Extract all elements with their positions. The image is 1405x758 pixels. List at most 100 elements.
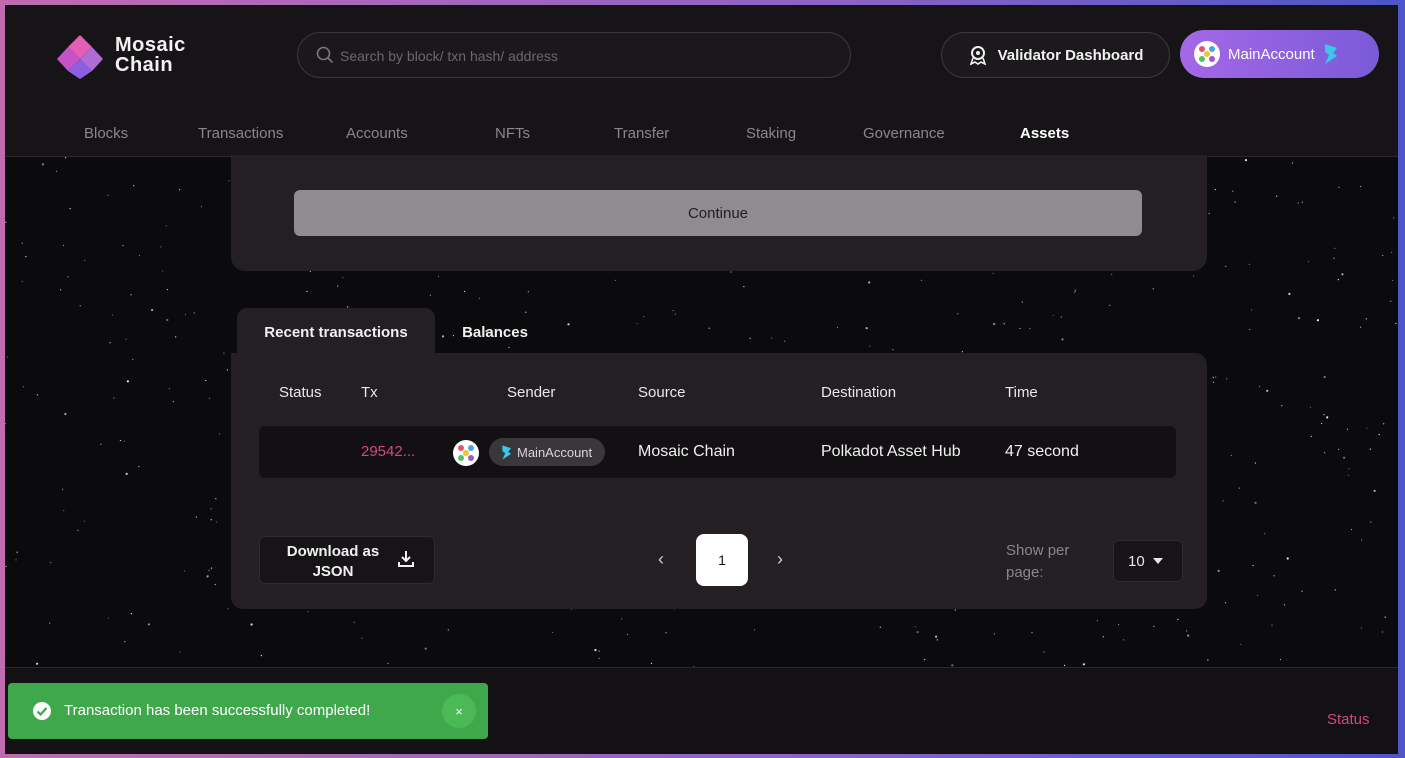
star-dot (184, 314, 187, 316)
star-dot (64, 412, 67, 416)
star-dot (936, 639, 938, 641)
toast-close-button[interactable]: × (442, 694, 476, 728)
star-dot (636, 323, 638, 325)
star-dot (200, 206, 202, 208)
pagination-prev-button[interactable]: ‹ (658, 549, 664, 570)
star-dot (1316, 319, 1319, 322)
nav-item-transfer[interactable]: Transfer (614, 125, 669, 142)
star-dot (165, 225, 167, 227)
account-button[interactable]: MainAccount (1180, 30, 1379, 78)
star-dot (743, 286, 745, 288)
search-input[interactable] (340, 43, 820, 69)
sender-account-chip[interactable]: MainAccount (489, 438, 605, 466)
star-dot (179, 651, 181, 653)
star-dot (41, 163, 45, 166)
star-dot (730, 271, 732, 273)
star-dot (353, 621, 355, 623)
star-dot (1392, 279, 1394, 282)
chain-logo-icon (1324, 44, 1337, 64)
star-dot (210, 567, 213, 569)
star-dot (1271, 624, 1273, 626)
brand-logo[interactable]: Mosaic Chain (57, 31, 217, 81)
row-tx-link[interactable]: 29542... (361, 443, 415, 460)
star-dot (205, 379, 207, 382)
star-dot (463, 290, 466, 292)
table-row[interactable]: 29542... MainAccount Mosaic Chain Polkad… (259, 426, 1176, 478)
star-dot (63, 509, 65, 512)
star-dot (49, 622, 51, 624)
star-dot (1301, 590, 1303, 592)
star-dot (208, 569, 210, 571)
star-dot (1238, 487, 1240, 489)
star-dot (1361, 539, 1363, 541)
star-dot (179, 189, 181, 191)
star-dot (337, 285, 339, 287)
star-dot (1333, 257, 1335, 259)
star-dot (77, 529, 79, 531)
nav-item-assets[interactable]: Assets (1020, 125, 1069, 142)
star-dot (5, 423, 7, 425)
nav-item-accounts[interactable]: Accounts (346, 125, 408, 142)
star-dot (113, 397, 115, 399)
star-dot (1230, 454, 1232, 457)
account-avatar-icon (1194, 41, 1220, 67)
star-dot (15, 559, 17, 561)
star-dot (36, 662, 39, 665)
star-dot (1393, 217, 1395, 219)
star-dot (138, 466, 140, 468)
star-dot (1284, 604, 1286, 606)
star-dot (594, 648, 597, 652)
star-dot (65, 157, 67, 159)
star-dot (1244, 159, 1248, 162)
star-dot (387, 662, 389, 665)
tab-recent-transactions[interactable]: Recent transactions (237, 308, 435, 356)
star-dot (1102, 636, 1104, 638)
star-dot (1226, 378, 1228, 380)
star-dot (1297, 202, 1299, 204)
pagination-next-button[interactable]: › (777, 549, 783, 570)
star-dot (1111, 273, 1113, 275)
download-json-button[interactable]: Download as JSON (259, 536, 435, 584)
star-dot (992, 272, 994, 275)
star-dot (215, 498, 217, 500)
star-dot (1064, 664, 1066, 666)
transfer-form-card: Continue (231, 155, 1207, 271)
status-link[interactable]: Status (1327, 711, 1370, 728)
star-dot (166, 318, 169, 322)
nav-item-transactions[interactable]: Transactions (198, 125, 283, 142)
main-nav: Blocks Transactions Accounts NFTs Transf… (5, 115, 1398, 157)
star-dot (914, 626, 916, 628)
star-dot (172, 401, 174, 403)
tab-balances[interactable]: Balances (441, 308, 549, 356)
star-dot (1249, 329, 1251, 331)
star-dot (1234, 201, 1236, 203)
star-dot (1152, 288, 1154, 290)
star-dot (250, 623, 253, 626)
nav-item-nfts[interactable]: NFTs (495, 125, 530, 142)
star-dot (132, 358, 134, 360)
star-dot (1382, 254, 1384, 257)
nav-item-blocks[interactable]: Blocks (84, 125, 128, 142)
star-dot (1366, 427, 1368, 429)
star-dot (674, 313, 677, 315)
star-dot (1256, 594, 1259, 596)
nav-item-staking[interactable]: Staking (746, 125, 796, 142)
column-header-destination: Destination (821, 384, 897, 401)
star-dot (1248, 263, 1250, 265)
validator-badge-icon (969, 46, 986, 65)
star-dot (993, 322, 996, 326)
star-dot (1177, 618, 1179, 621)
star-dot (36, 394, 38, 396)
star-dot (598, 650, 600, 652)
pagination-current-page[interactable]: 1 (696, 534, 748, 586)
per-page-select[interactable]: 10 (1113, 540, 1183, 582)
continue-button[interactable]: Continue (294, 190, 1142, 236)
row-destination: Polkadot Asset Hub (821, 443, 961, 460)
column-header-sender: Sender (507, 384, 556, 401)
star-dot (22, 386, 24, 388)
star-dot (1043, 651, 1045, 653)
nav-item-governance[interactable]: Governance (863, 125, 945, 142)
star-dot (626, 633, 629, 635)
star-dot (1276, 195, 1278, 197)
validator-dashboard-button[interactable]: Validator Dashboard (941, 32, 1170, 78)
